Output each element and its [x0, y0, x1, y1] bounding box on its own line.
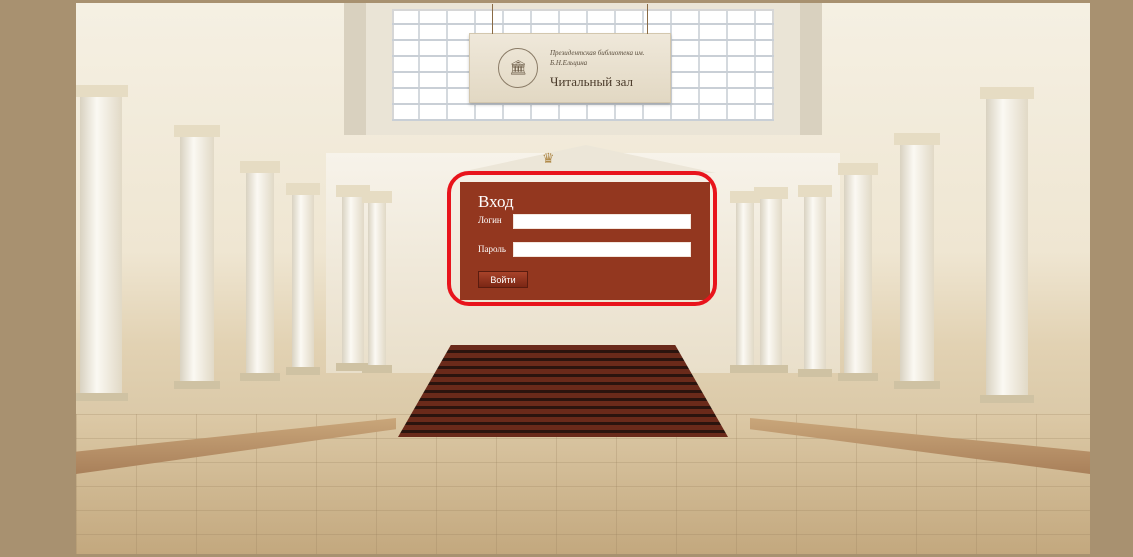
column: [730, 191, 760, 373]
highlight-outline: [447, 171, 717, 306]
room-title: Читальный зал: [550, 74, 633, 89]
hanging-sign: 🏛 Президентская библиотека им. Б.Н.Ельци…: [469, 4, 671, 103]
column: [174, 125, 220, 389]
column: [336, 185, 370, 371]
column: [894, 133, 940, 389]
column: [798, 185, 832, 377]
column: [240, 161, 280, 381]
column: [980, 87, 1034, 403]
eagle-emblem-icon: ♛: [542, 152, 555, 167]
sign-rope: [647, 4, 648, 34]
column: [754, 187, 788, 373]
library-name: Президентская библиотека им. Б.Н.Ельцина: [550, 49, 645, 67]
seating-rows: [398, 345, 728, 437]
library-logo-icon: 🏛: [498, 48, 538, 88]
page-frame: ♛ 🏛 Президентская библиотека им. Б.Н.Ель…: [0, 0, 1133, 557]
column: [838, 163, 878, 381]
column: [76, 85, 128, 401]
sign-rope: [492, 4, 493, 34]
column: [362, 191, 392, 373]
column: [286, 183, 320, 375]
